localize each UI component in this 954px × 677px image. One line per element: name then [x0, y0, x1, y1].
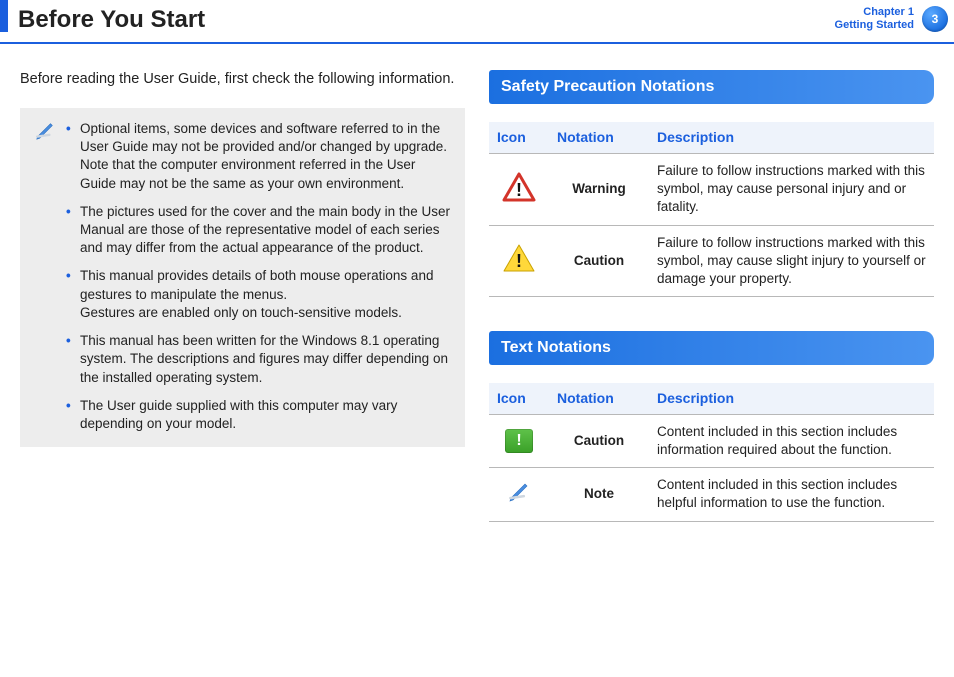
- icon-cell: [489, 468, 549, 521]
- header-accent-bar: [0, 0, 8, 32]
- list-item: This manual has been written for the Win…: [66, 332, 451, 387]
- th-description: Description: [649, 383, 934, 414]
- list-item-sub: Gestures are enabled only on touch-sensi…: [80, 304, 451, 322]
- chapter-indicator: Chapter 1 Getting Started 3: [835, 4, 954, 32]
- list-item-main: Optional items, some devices and softwar…: [80, 121, 447, 154]
- text-notations-heading: Text Notations: [489, 331, 934, 365]
- caution-green-box-icon: !: [505, 429, 533, 453]
- list-item-main: This manual provides details of both mou…: [80, 268, 433, 301]
- note-pencil-icon: [34, 120, 56, 147]
- notation-description: Content included in this section include…: [649, 468, 934, 521]
- info-note-block: Optional items, some devices and softwar…: [20, 108, 465, 447]
- table-row: ! Warning Failure to follow instructions…: [489, 153, 934, 225]
- icon-cell: !: [489, 414, 549, 467]
- notation-label: Warning: [549, 153, 649, 225]
- right-column: Safety Precaution Notations Icon Notatio…: [489, 70, 934, 555]
- icon-cell: !: [489, 225, 549, 297]
- page-title: Before You Start: [0, 4, 205, 36]
- left-column: Before reading the User Guide, first che…: [20, 70, 465, 555]
- list-item: Optional items, some devices and softwar…: [66, 120, 451, 193]
- text-notations-table: Icon Notation Description ! Caution Cont…: [489, 383, 934, 522]
- list-item-main: The pictures used for the cover and the …: [80, 204, 450, 255]
- chapter-line-2: Getting Started: [835, 19, 914, 32]
- table-header-row: Icon Notation Description: [489, 383, 934, 414]
- th-icon: Icon: [489, 122, 549, 153]
- table-header-row: Icon Notation Description: [489, 122, 934, 153]
- list-item: The pictures used for the cover and the …: [66, 203, 451, 258]
- table-row: ! Caution Failure to follow instructions…: [489, 225, 934, 297]
- warning-triangle-red-icon: !: [502, 172, 536, 207]
- list-item-main: This manual has been written for the Win…: [80, 333, 448, 384]
- table-row: Note Content included in this section in…: [489, 468, 934, 521]
- note-pencil-icon: [506, 492, 532, 507]
- chapter-text: Chapter 1 Getting Started: [835, 6, 914, 32]
- safety-heading: Safety Precaution Notations: [489, 70, 934, 104]
- info-bullet-list: Optional items, some devices and softwar…: [34, 120, 451, 433]
- notation-label: Caution: [549, 414, 649, 467]
- list-item-main: The User guide supplied with this comput…: [80, 398, 397, 431]
- th-description: Description: [649, 122, 934, 153]
- page-header: Before You Start Chapter 1 Getting Start…: [0, 0, 954, 44]
- content-columns: Before reading the User Guide, first che…: [0, 44, 954, 575]
- notation-description: Failure to follow instructions marked wi…: [649, 153, 934, 225]
- svg-text:!: !: [516, 251, 522, 271]
- icon-cell: !: [489, 153, 549, 225]
- notation-label: Caution: [549, 225, 649, 297]
- chapter-line-1: Chapter 1: [835, 6, 914, 19]
- caution-triangle-yellow-icon: !: [502, 243, 536, 278]
- list-item: This manual provides details of both mou…: [66, 267, 451, 322]
- intro-text: Before reading the User Guide, first che…: [20, 70, 465, 90]
- svg-text:!: !: [516, 180, 522, 200]
- th-icon: Icon: [489, 383, 549, 414]
- notation-label: Note: [549, 468, 649, 521]
- table-row: ! Caution Content included in this secti…: [489, 414, 934, 467]
- safety-notations-table: Icon Notation Description !: [489, 122, 934, 297]
- notation-description: Failure to follow instructions marked wi…: [649, 225, 934, 297]
- list-item: The User guide supplied with this comput…: [66, 397, 451, 433]
- notation-description: Content included in this section include…: [649, 414, 934, 467]
- list-item-sub: Note that the computer environment refer…: [80, 156, 451, 192]
- th-notation: Notation: [549, 122, 649, 153]
- page-number-badge: 3: [922, 6, 948, 32]
- th-notation: Notation: [549, 383, 649, 414]
